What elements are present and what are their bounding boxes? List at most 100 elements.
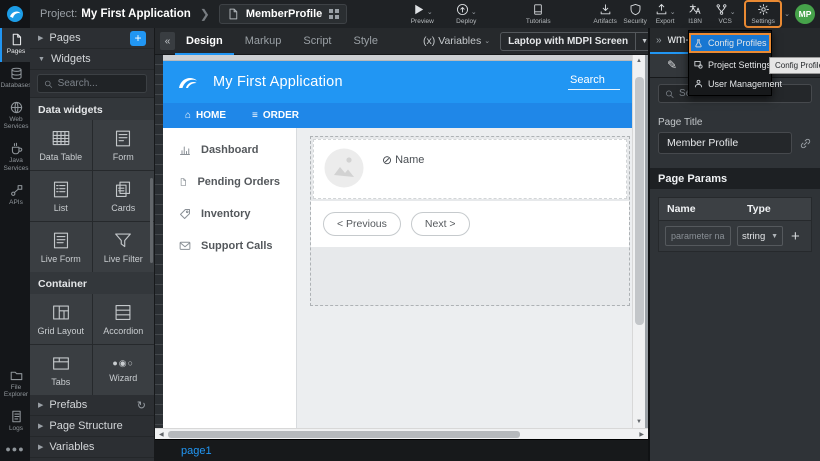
- param-type-select[interactable]: string ▼: [737, 226, 783, 246]
- widgets-section-header[interactable]: ▼ Widgets: [30, 49, 154, 70]
- nav-item-home[interactable]: ⌂ HOME: [185, 110, 226, 121]
- widget-search-input[interactable]: [58, 78, 140, 89]
- horizontal-scroll-thumb[interactable]: [168, 431, 520, 438]
- page-params-header: Page Params: [650, 168, 820, 189]
- param-name-input[interactable]: [665, 226, 731, 246]
- collapse-arrow-icon: ▶: [38, 443, 43, 451]
- add-page-button[interactable]: +: [130, 31, 146, 46]
- scroll-up-icon[interactable]: ▲: [636, 55, 642, 67]
- settings-button[interactable]: Settings: [749, 3, 777, 25]
- user-avatar[interactable]: MP: [795, 4, 815, 24]
- param-row: string ▼ +: [659, 221, 811, 251]
- tab-design[interactable]: Design: [175, 28, 234, 55]
- coffee-cup-icon: [10, 142, 23, 155]
- page-selector[interactable]: MemberProfile: [219, 4, 347, 24]
- project-settings-icon: [694, 60, 703, 69]
- project-name: My First Application: [81, 8, 190, 20]
- grid-icon[interactable]: [329, 9, 339, 19]
- widget-tile-tabs[interactable]: Tabs: [30, 345, 92, 395]
- scroll-left-icon[interactable]: ◀: [155, 431, 168, 438]
- page-params-table: Name Type string ▼ +: [658, 197, 812, 252]
- canvas-vertical-scrollbar[interactable]: ▲ ▼: [632, 55, 645, 428]
- form-icon: [113, 129, 133, 148]
- tab-markup[interactable]: Markup: [234, 28, 293, 55]
- page-tab[interactable]: page1: [181, 445, 212, 457]
- widget-tile-wizard[interactable]: ●◉○ Wizard: [93, 345, 155, 395]
- left-panel-scrollbar[interactable]: [150, 178, 153, 263]
- add-param-button[interactable]: +: [791, 228, 800, 245]
- refresh-icon[interactable]: ↻: [137, 399, 146, 412]
- page-structure-section-header[interactable]: ▶ Page Structure: [30, 416, 154, 437]
- bind-link-icon[interactable]: [799, 137, 812, 150]
- tab-script[interactable]: Script: [292, 28, 342, 55]
- artifacts-button[interactable]: Artifacts: [590, 3, 620, 25]
- search-icon: [665, 89, 674, 99]
- widget-tile-live-form[interactable]: Live Form: [30, 222, 92, 272]
- variables-section-header[interactable]: ▶ Variables: [30, 437, 154, 458]
- widget-tile-list[interactable]: List: [30, 171, 92, 221]
- menu-item-config-profiles[interactable]: Config Profiles: [689, 33, 771, 53]
- chevron-down-icon: ⌄: [730, 8, 736, 16]
- app-header[interactable]: My First Application Search: [163, 61, 632, 103]
- config-profiles-icon: [694, 39, 703, 48]
- rail-item-apis[interactable]: APIs: [0, 179, 30, 213]
- menu-item-user-management[interactable]: User Management: [689, 74, 771, 93]
- rail-item-web-services[interactable]: Web Services: [0, 96, 30, 138]
- database-icon: [10, 67, 23, 80]
- vertical-scroll-thumb[interactable]: [635, 77, 644, 325]
- rail-item-logs[interactable]: Logs: [0, 405, 30, 439]
- accordion-icon: [113, 303, 133, 322]
- collapse-arrow-icon: ▶: [38, 422, 43, 430]
- widget-tile-grid-layout[interactable]: Grid Layout: [30, 294, 92, 344]
- widget-tile-accordion[interactable]: Accordion: [93, 294, 155, 344]
- previous-button[interactable]: < Previous: [323, 212, 401, 236]
- canvas-status-bar: page1: [155, 439, 648, 461]
- rail-item-databases[interactable]: Databases: [0, 62, 30, 96]
- menu-item-support-calls[interactable]: Support Calls: [163, 230, 296, 262]
- variables-button[interactable]: (x) Variables ⌄: [423, 35, 490, 47]
- security-button[interactable]: Security: [620, 3, 650, 25]
- export-button[interactable]: ⌄ Export: [650, 3, 680, 25]
- container-empty-area[interactable]: [311, 247, 629, 305]
- nav-item-order[interactable]: ≡ ORDER: [252, 110, 299, 121]
- device-selector[interactable]: Laptop with MDPI Screen ▼: [500, 32, 654, 51]
- widget-tile-data-table[interactable]: Data Table: [30, 120, 92, 170]
- widget-tile-live-filter[interactable]: Live Filter: [93, 222, 155, 272]
- collapse-left-panel-button[interactable]: «: [160, 32, 175, 50]
- pages-section-header[interactable]: ▶ Pages +: [30, 28, 154, 49]
- menu-item-pending-orders[interactable]: Pending Orders: [163, 166, 296, 198]
- profile-card[interactable]: ⊘ Name: [313, 139, 627, 199]
- canvas-horizontal-scrollbar[interactable]: ◀ ▶: [155, 428, 648, 439]
- menu-item-dashboard[interactable]: Dashboard: [163, 134, 296, 166]
- security-shield-icon: [629, 3, 642, 16]
- scroll-down-icon[interactable]: ▼: [636, 416, 642, 428]
- deploy-button[interactable]: ⌄ Deploy: [451, 3, 481, 25]
- container-title: Container: [30, 272, 154, 294]
- caret-down-icon: ▼: [771, 233, 778, 240]
- menu-item-project-settings[interactable]: Project Settings: [689, 55, 771, 74]
- next-button[interactable]: Next >: [411, 212, 470, 236]
- prefabs-section-header[interactable]: ▶ Prefabs ↻: [30, 395, 154, 416]
- vertical-ruler: [155, 55, 163, 428]
- i18n-button[interactable]: I18N: [680, 3, 710, 25]
- tutorials-button[interactable]: Tutorials: [523, 3, 553, 25]
- rail-item-file-explorer[interactable]: File Explorer: [0, 364, 30, 406]
- app-search-input[interactable]: Search: [568, 74, 620, 90]
- preview-button[interactable]: ⌄ Preview: [407, 3, 437, 25]
- selected-widget-container[interactable]: ⊘ Name < Previous Next >: [310, 136, 630, 306]
- pages-icon: [10, 33, 23, 46]
- menu-item-inventory[interactable]: Inventory: [163, 198, 296, 230]
- widget-tile-form[interactable]: Form: [93, 120, 155, 170]
- vcs-button[interactable]: ⌄ VCS: [710, 3, 740, 25]
- page-title-input[interactable]: [658, 132, 792, 154]
- wavemaker-logo[interactable]: [0, 0, 30, 28]
- scroll-right-icon[interactable]: ▶: [635, 431, 648, 438]
- chevron-down-icon: ⌄: [670, 8, 676, 16]
- rail-item-java-services[interactable]: Java Services: [0, 137, 30, 179]
- rail-item-pages[interactable]: Pages: [0, 28, 30, 62]
- tab-style[interactable]: Style: [343, 28, 389, 55]
- more-options-icon[interactable]: ●●●: [0, 439, 30, 461]
- widget-tile-cards[interactable]: Cards: [93, 171, 155, 221]
- expand-panel-icon[interactable]: »: [656, 35, 662, 46]
- settings-gear-icon: [757, 3, 770, 16]
